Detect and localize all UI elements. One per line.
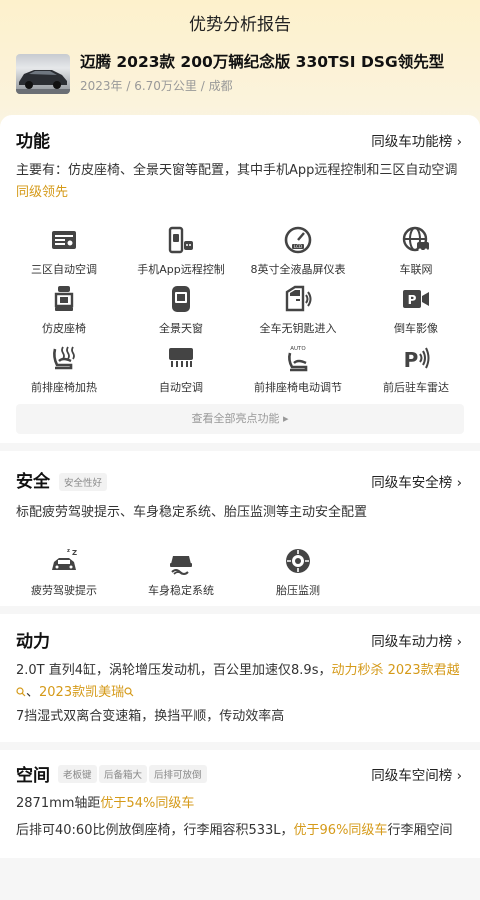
parking-radar-icon: P [404,347,430,372]
feature-keyless-entry[interactable]: 全车无钥匙进入 [238,284,358,336]
trunk-description: 后排可40:60比例放倒座椅，行李厢容积533L，优于96%同级车行李厢空间 [16,823,453,838]
power-description: 2.0T 直列4缸，涡轮增压发动机，百公里加速仅8.9s，动力秒杀 2023款君… [16,663,460,700]
car-name: 迈腾 2023款 200万辆纪念版 330TSI DSG领先型 [80,53,445,71]
feature-label: 车身稳定系统 [148,584,214,597]
feature-app-remote[interactable]: 手机App远程控制 [121,225,241,277]
feature-panoramic-sunroof[interactable]: 全景天窗 [121,284,241,336]
feature-front-seat-heating[interactable]: 前排座椅加热 [4,343,124,395]
feature-label: 胎压监测 [276,584,320,597]
feature-label: 全车无钥匙进入 [259,322,337,335]
feature-auto-ac[interactable]: 自动空调 [121,343,241,395]
section-divider [0,606,480,614]
search-icon [124,687,134,697]
car-meta: 2023年 / 6.70万公里 / 成都 [80,79,233,93]
function-section: 功能 同级车功能榜 › 主要有：仿皮座椅、全景天窗等配置，其中手机App远程控制… [0,115,480,443]
space-tag: 后排可放倒 [149,765,207,783]
feature-label: 疲劳驾驶提示 [31,584,97,597]
power-title: 动力 [16,632,50,652]
wheelbase-description: 2871mm轴距优于54%同级车 [16,796,195,811]
feature-power-seat[interactable]: AUTO 前排座椅电动调节 [238,343,358,395]
section-divider [0,443,480,451]
space-rank-link[interactable]: 同级车空间榜 › [371,764,462,784]
safety-title: 安全 [16,472,50,492]
svg-text:AUTO: AUTO [290,346,306,352]
feature-lcd-cluster[interactable]: LCD 8英寸全液晶屏仪表 [238,225,358,277]
feature-stability-control[interactable]: 车身稳定系统 [121,546,241,598]
function-description: 主要有：仿皮座椅、全景天窗等配置，其中手机App远程控制和三区自动空调同级领先 [16,163,458,200]
parking-camera-icon: P [403,290,429,308]
power-section: 动力 同级车动力榜 › 2.0T 直列4缸，涡轮增压发动机，百公里加速仅8.9s… [0,614,480,742]
feature-connected-car[interactable]: 车联网 [356,225,476,277]
feature-parking-radar[interactable]: P 前后驻车雷达 [356,343,476,395]
car-summary[interactable]: 迈腾 2023款 200万辆纪念版 330TSI DSG领先型 2023年 / … [16,50,466,100]
power-seat-icon: AUTO [288,346,308,372]
svg-text:LCD: LCD [294,244,302,249]
feature-tire-pressure[interactable]: 胎压监测 [238,546,358,598]
globe-car-icon [402,226,429,252]
function-title: 功能 [16,132,50,152]
feature-leather-seat[interactable]: 仿皮座椅 [4,284,124,336]
function-highlight: 同级领先 [16,185,69,200]
feature-label: 车联网 [399,263,433,276]
car-thumbnail [16,54,70,94]
ac-panel-icon [52,231,76,249]
section-divider [0,742,480,750]
view-all-features-button[interactable]: 查看全部亮点功能 ▸ [16,404,464,434]
feature-tri-zone-ac[interactable]: 三区自动空调 [4,225,124,277]
space-tag: 后备箱大 [99,765,148,783]
space-section: 空间 老板键 后备箱大 后排可放倒 同级车空间榜 › 2871mm轴距优于54%… [0,750,480,858]
rival-link-2[interactable]: 2023款凯美瑞 [39,685,134,700]
feature-label: 三区自动空调 [31,263,97,276]
space-tag: 老板键 [58,765,97,783]
safety-description: 标配疲劳驾驶提示、车身稳定系统、胎压监测等主动安全配置 [16,505,368,520]
svg-text:Z: Z [72,549,77,557]
feature-label: 前后驻车雷达 [383,381,449,394]
safety-section: 安全 安全性好 同级车安全榜 › 标配疲劳驾驶提示、车身稳定系统、胎压监测等主动… [0,451,480,606]
feature-label: 倒车影像 [394,322,438,335]
svg-text:P: P [408,293,417,307]
fatigue-alert-icon: Zz [52,548,77,570]
feature-label: 8英寸全液晶屏仪表 [250,263,346,276]
feature-label: 仿皮座椅 [42,322,86,335]
safety-tag: 安全性好 [59,473,108,491]
transmission-description: 7挡湿式双离合变速箱，换挡平顺，传动效率高 [16,709,285,724]
function-rank-link[interactable]: 同级车功能榜 › [371,130,462,150]
auto-ac-icon [169,348,193,367]
svg-text:P: P [404,348,419,372]
feature-label: 全景天窗 [159,322,203,335]
lcd-gauge-icon: LCD [284,226,312,254]
search-icon [16,687,26,697]
tire-pressure-icon [286,549,310,573]
phone-car-icon [168,226,193,254]
sunroof-icon [172,286,190,312]
keyless-door-icon [285,285,312,312]
feature-label: 自动空调 [159,381,203,394]
feature-label: 前排座椅加热 [31,381,97,394]
feature-label: 前排座椅电动调节 [254,381,342,394]
heated-seat-icon [53,346,75,370]
svg-text:z: z [67,548,70,554]
space-title: 空间 [16,766,50,786]
power-rank-link[interactable]: 同级车动力榜 › [371,630,462,650]
feature-fatigue-alert[interactable]: Zz 疲劳驾驶提示 [4,546,124,598]
safety-rank-link[interactable]: 同级车安全榜 › [371,471,462,491]
feature-reverse-camera[interactable]: P 倒车影像 [356,284,476,336]
feature-label: 手机App远程控制 [137,263,225,276]
page-title: 优势分析报告 [189,15,291,35]
stability-control-icon [170,556,192,575]
seat-icon [54,286,74,311]
